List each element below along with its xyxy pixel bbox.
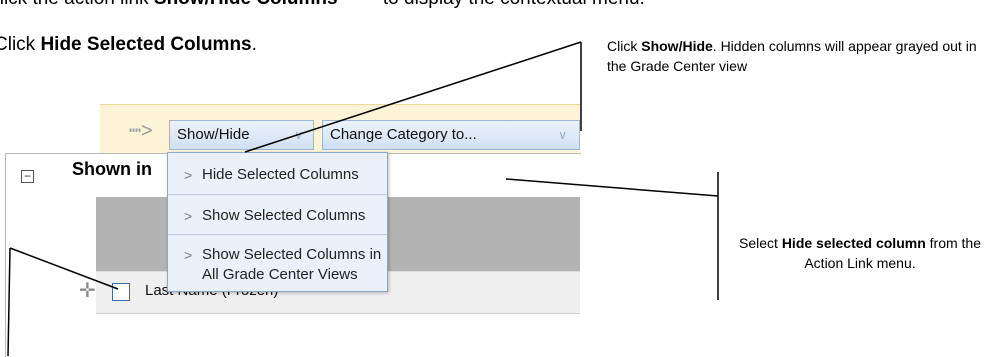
leader-line-hide-selected — [505, 178, 719, 197]
leader-line-checkbox — [9, 247, 119, 290]
callout-bracket-left — [7, 247, 11, 356]
leader-line-show-hide — [244, 41, 582, 153]
callout-leader-lines — [7, 41, 719, 356]
